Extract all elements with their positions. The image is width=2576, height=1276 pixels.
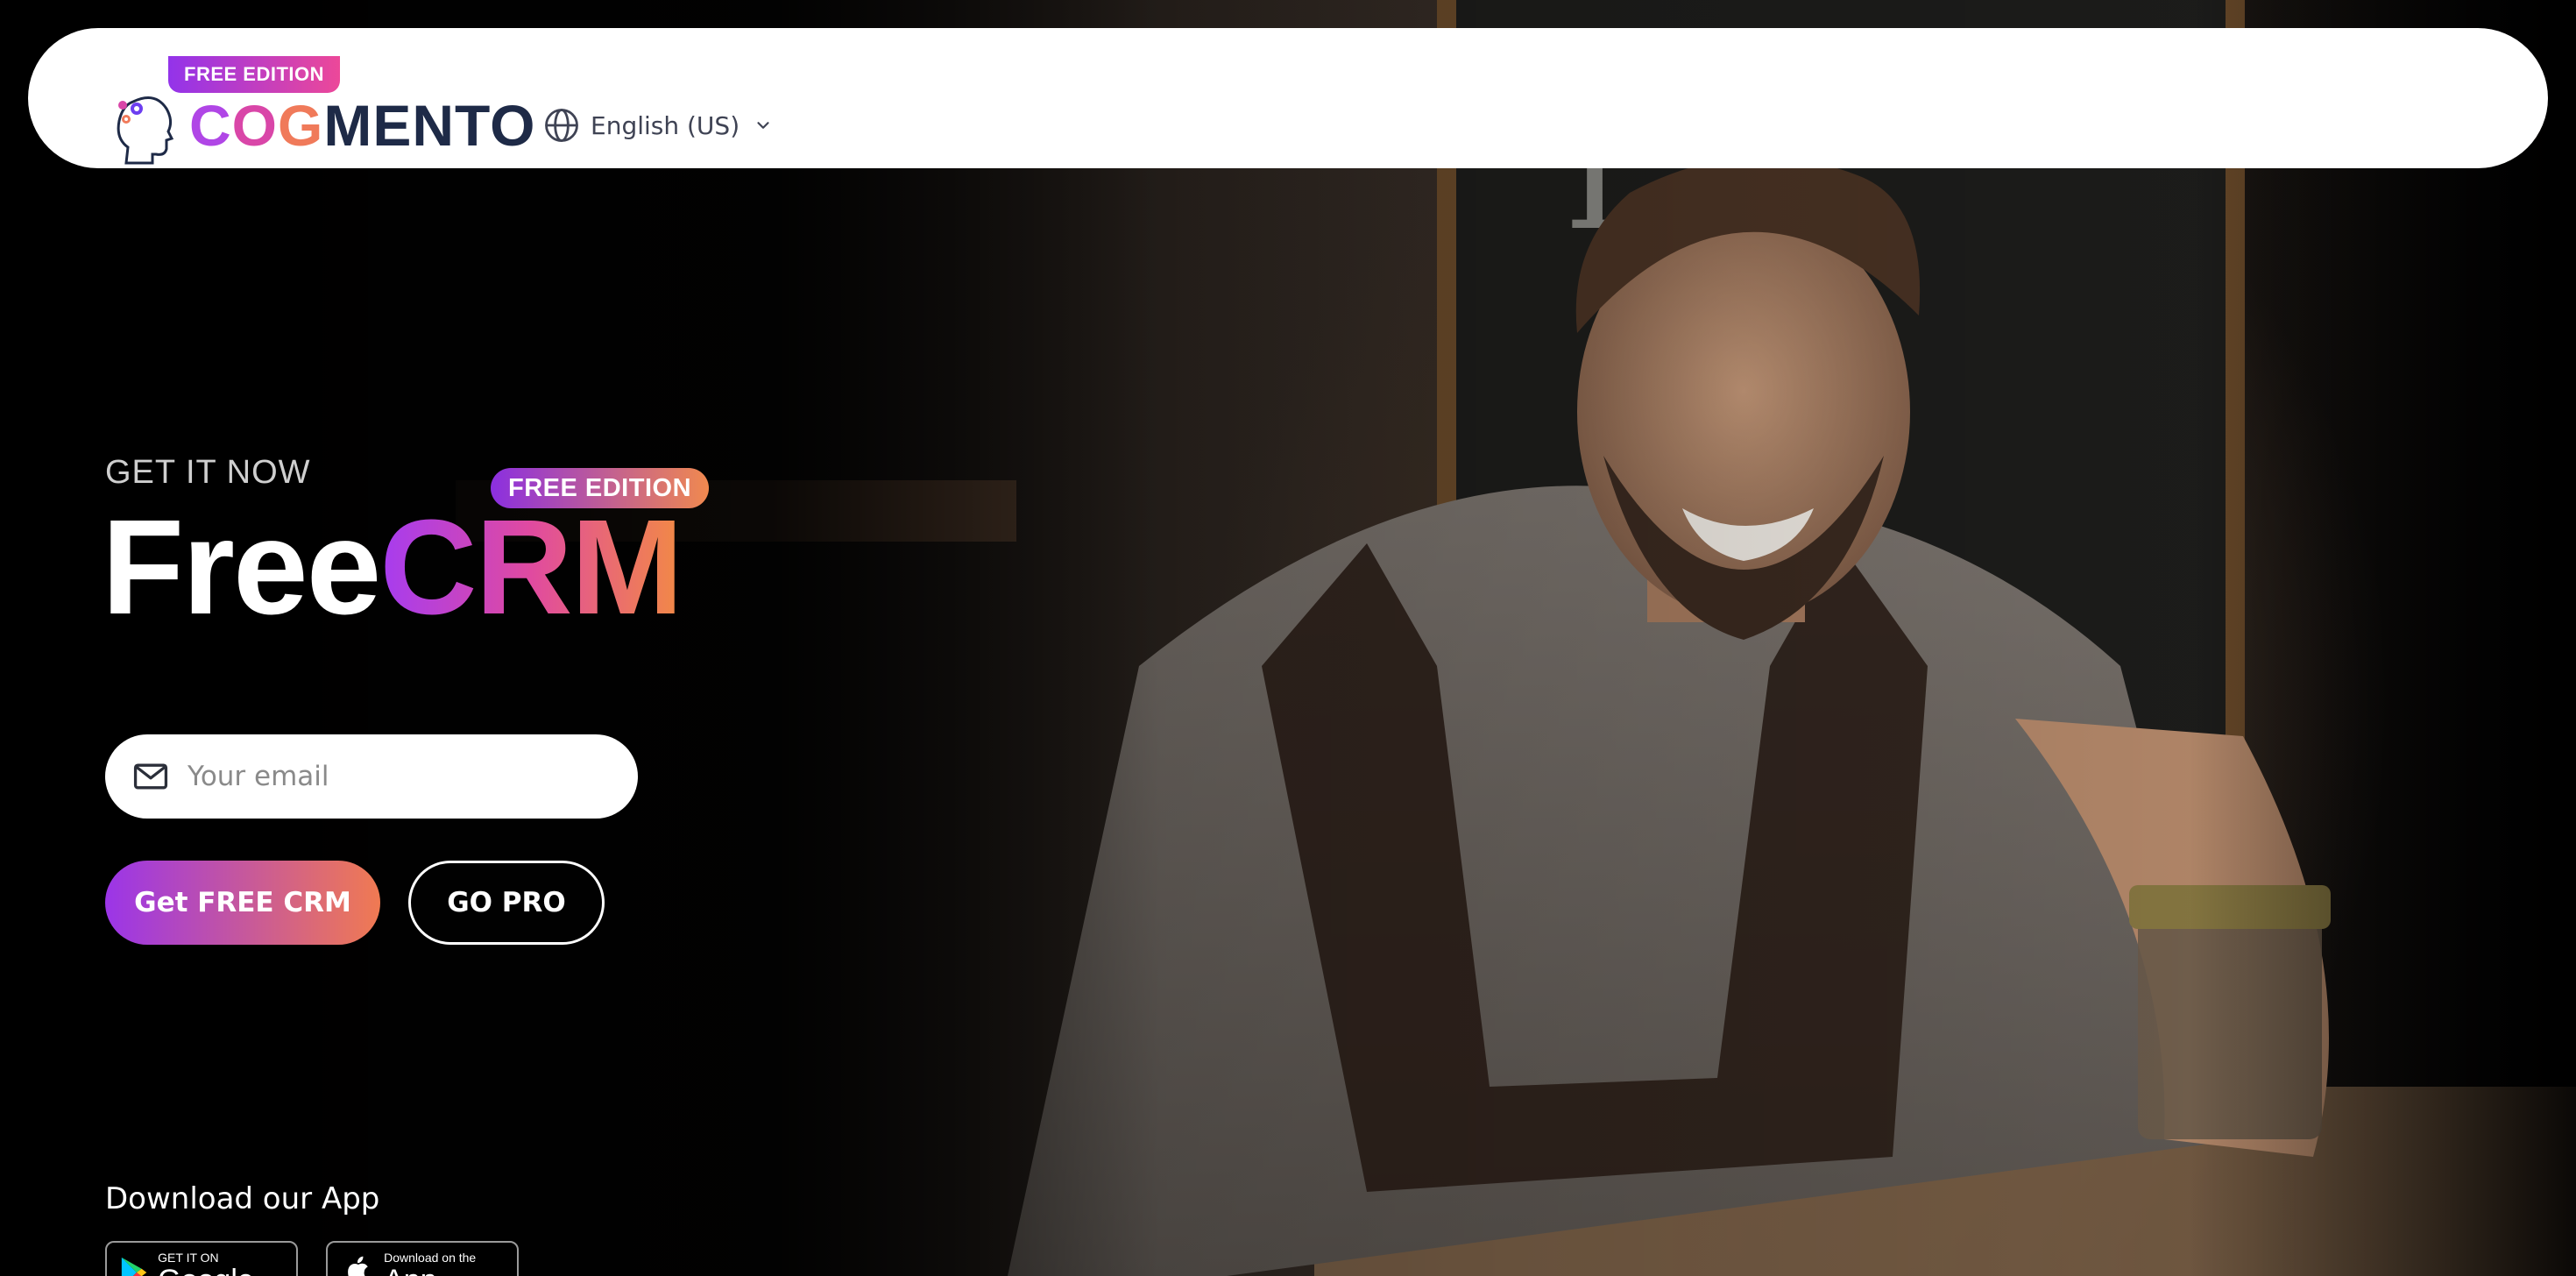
site-header: FREE EDITION COGMENTO English (US): [28, 28, 2548, 168]
app-store-big-text: App Store: [384, 1265, 505, 1276]
app-store-badge[interactable]: Download on the App Store: [326, 1241, 519, 1276]
chevron-down-icon: [757, 122, 769, 129]
google-play-big-text: Google Play: [158, 1265, 284, 1276]
google-play-badge[interactable]: GET IT ON Google Play: [105, 1241, 298, 1276]
cogmento-logo[interactable]: COGMENTO: [107, 86, 535, 165]
language-selector[interactable]: English (US): [543, 102, 773, 149]
get-free-crm-button[interactable]: Get FREE CRM: [105, 861, 380, 945]
logo-wordmark: COGMENTO: [189, 93, 536, 158]
email-input[interactable]: [186, 760, 606, 793]
google-play-small-text: GET IT ON: [158, 1251, 219, 1265]
hero-title-crm: CRM: [379, 492, 683, 642]
hero-title: FreeCRM: [102, 500, 683, 634]
app-store-small-text: Download on the: [384, 1251, 477, 1265]
brain-gears-icon: [117, 96, 174, 165]
hero-title-free: Free: [102, 492, 381, 642]
landing-page: ee T E FREE EDITION: [0, 0, 2576, 1276]
mail-icon: [133, 763, 168, 790]
email-field-wrapper: [105, 734, 638, 819]
go-pro-button[interactable]: GO PRO: [408, 861, 605, 945]
download-app-label: Download our App: [105, 1181, 380, 1216]
globe-icon: [545, 109, 578, 142]
google-play-icon: [121, 1257, 147, 1276]
apple-icon: [348, 1256, 368, 1276]
language-label: English (US): [591, 110, 740, 140]
hero-eyebrow: GET IT NOW: [105, 454, 311, 491]
